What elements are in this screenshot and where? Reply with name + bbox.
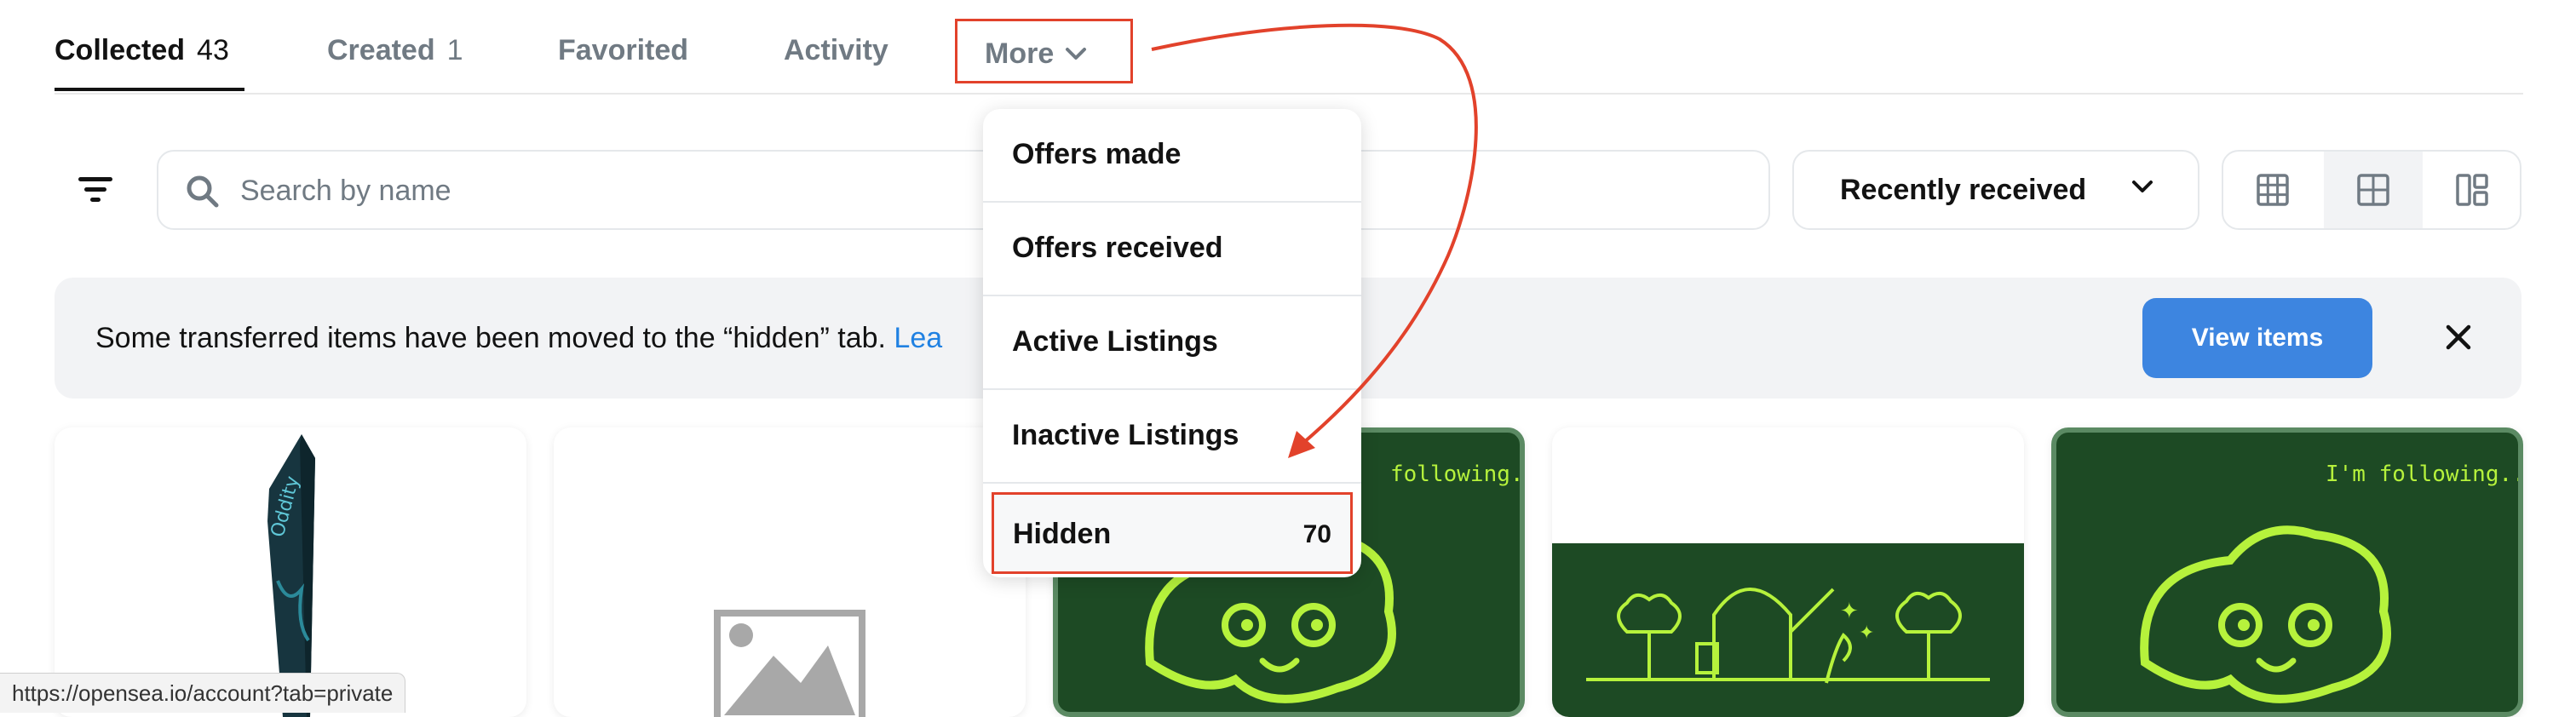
- learn-more-link[interactable]: Lea: [894, 322, 942, 354]
- menu-item-label: Inactive Listings: [1012, 419, 1239, 451]
- more-dropdown-menu: Offers made Offers received Active Listi…: [983, 109, 1361, 577]
- view-grid-large-button[interactable]: [2223, 152, 2322, 228]
- grid-large-icon: [2257, 174, 2289, 206]
- menu-item-label: Active Listings: [1012, 325, 1218, 358]
- menu-item-inactive-listings[interactable]: Inactive Listings: [983, 390, 1361, 484]
- close-banner-button[interactable]: [2441, 320, 2475, 354]
- chevron-down-icon: [1066, 48, 1086, 60]
- search-bar: [157, 150, 1770, 230]
- tab-count: 1: [446, 34, 463, 66]
- view-items-button[interactable]: View items: [2142, 298, 2372, 378]
- view-grid-medium-button[interactable]: [2324, 152, 2423, 228]
- tab-count: 43: [197, 34, 229, 66]
- nft-card[interactable]: I'm following...: [2051, 427, 2523, 717]
- search-input[interactable]: [239, 169, 1009, 213]
- tab-label: Activity: [784, 34, 888, 66]
- nft-card[interactable]: [554, 427, 1026, 717]
- tab-created[interactable]: Created 1: [327, 34, 463, 67]
- tab-collected[interactable]: Collected 43: [55, 34, 229, 67]
- menu-item-active-listings[interactable]: Active Listings: [983, 296, 1361, 390]
- search-icon: [187, 175, 219, 208]
- hidden-count: 70: [1302, 520, 1331, 548]
- tab-label: More: [985, 37, 1055, 70]
- menu-item-hidden[interactable]: Hidden 70: [992, 492, 1353, 574]
- menu-item-label: Offers received: [1012, 232, 1223, 264]
- banner-text: Some transferred items have been moved t…: [95, 322, 894, 354]
- tab-activity[interactable]: Activity: [784, 34, 888, 67]
- grid-medium-icon: [2357, 174, 2389, 206]
- active-tab-underline: [55, 88, 244, 91]
- menu-item-offers-received[interactable]: Offers received: [983, 203, 1361, 296]
- svg-text:✦: ✦: [1840, 599, 1859, 624]
- close-icon: [2446, 324, 2471, 350]
- link-status-bar: https://opensea.io/account?tab=private: [0, 673, 406, 713]
- banner-message: Some transferred items have been moved t…: [95, 322, 942, 355]
- tab-more[interactable]: More: [955, 19, 1133, 83]
- filter-icon: [78, 177, 112, 202]
- filter-button[interactable]: [73, 169, 119, 211]
- svg-text:✦: ✦: [1859, 622, 1874, 644]
- sort-selected-label: Recently received: [1840, 174, 2087, 206]
- card-image: ✦ ✦: [1552, 543, 2024, 717]
- chevron-down-icon: [2132, 181, 2153, 192]
- sort-dropdown[interactable]: Recently received: [1792, 150, 2199, 230]
- view-mode-toggle: [2222, 150, 2521, 230]
- nft-card[interactable]: ✦ ✦: [1552, 427, 2024, 717]
- placeholder-image-icon: [714, 610, 865, 717]
- menu-item-label: Hidden: [1013, 518, 1112, 550]
- tab-label: Favorited: [558, 34, 689, 66]
- menu-item-label: Offers made: [1012, 138, 1182, 170]
- card-image: [2140, 525, 2391, 703]
- layout-icon: [2456, 174, 2488, 206]
- tab-favorited[interactable]: Favorited: [558, 34, 688, 67]
- tab-label: Collected: [55, 34, 186, 66]
- tab-label: Created: [327, 34, 435, 66]
- menu-item-offers-made[interactable]: Offers made: [983, 109, 1361, 203]
- view-layout-button[interactable]: [2423, 152, 2520, 228]
